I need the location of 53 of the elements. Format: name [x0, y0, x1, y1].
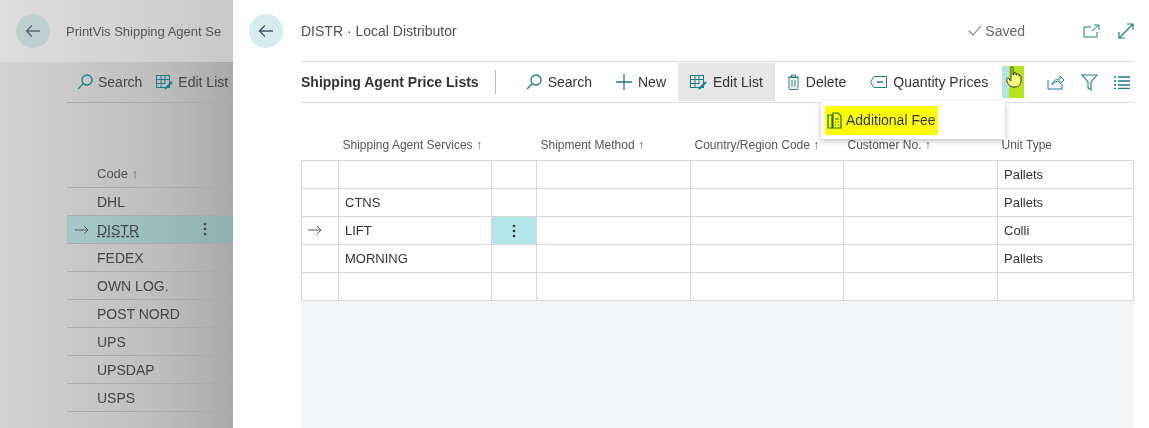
back-arrow-icon: [25, 24, 41, 38]
share-icon[interactable]: [1047, 74, 1065, 90]
search-icon: [525, 74, 542, 90]
part-title: Shipping Agent Price Lists: [301, 70, 496, 94]
edit-button[interactable]: Edit List: [678, 63, 775, 101]
table-cell: [491, 272, 537, 301]
table-cell: Pallets: [997, 188, 1134, 217]
table-cell: MORNING: [338, 244, 492, 273]
page-title: DISTR · Local Distributor: [301, 22, 457, 39]
delete-button[interactable]: Delete: [774, 63, 859, 101]
page-title: PrintVis Shipping Agent Se: [66, 23, 222, 39]
edit-list-icon: [156, 74, 174, 90]
table-cell: Pallets: [997, 244, 1134, 273]
edit-button[interactable]: Edit List: [156, 74, 229, 90]
list-view-icon[interactable]: [1114, 75, 1130, 89]
more-button[interactable]: [1002, 66, 1025, 98]
table-cell: Colli: [997, 216, 1134, 245]
hand-cursor-icon: [1006, 66, 1023, 88]
column-header[interactable]: Unit Type: [1001, 138, 1052, 152]
open-new-window-icon[interactable]: [1083, 23, 1100, 38]
arrow-icon: [75, 224, 89, 235]
column-header[interactable]: Country/Region Code ↑: [694, 138, 820, 152]
column-header[interactable]: Shipping Agent Services ↑: [342, 138, 482, 152]
more-dots-icon[interactable]: [203, 222, 207, 236]
column-header[interactable]: Shipment Method ↑: [540, 138, 644, 152]
trash-icon: [786, 74, 800, 90]
back-button[interactable]: [249, 13, 283, 48]
table-cell: [301, 160, 339, 189]
search-button[interactable]: Search: [513, 63, 604, 101]
table-cell: Pallets: [997, 160, 1134, 189]
edit-list-icon: [690, 74, 707, 90]
prices-button[interactable]: Quantity Prices: [858, 63, 1001, 101]
search-icon: [77, 74, 93, 90]
price-tag-icon: [870, 76, 888, 88]
back-arrow-icon: [258, 23, 274, 38]
new-button[interactable]: New: [604, 63, 678, 101]
table-cell: [301, 272, 339, 301]
table-cell: LIFT: [338, 216, 492, 245]
checkmark-icon: [968, 25, 983, 36]
column-header[interactable]: Code ↑: [97, 165, 139, 181]
filter-icon[interactable]: [1081, 73, 1098, 91]
search-button[interactable]: Search: [77, 74, 143, 90]
expand-icon[interactable]: [1118, 22, 1134, 39]
more-dots-icon[interactable]: [512, 223, 516, 238]
plus-icon: [616, 74, 632, 90]
table-cell: CTNS: [338, 188, 492, 217]
list-row[interactable]: DISTR: [67, 216, 233, 244]
back-button[interactable]: [16, 14, 50, 48]
document-calculator-icon: [827, 111, 843, 129]
save-status: Saved: [985, 22, 1025, 39]
menu-item[interactable]: Additional Fee: [825, 105, 938, 135]
table-cell: [491, 160, 537, 189]
column-header[interactable]: Customer No. ↑: [847, 138, 931, 152]
